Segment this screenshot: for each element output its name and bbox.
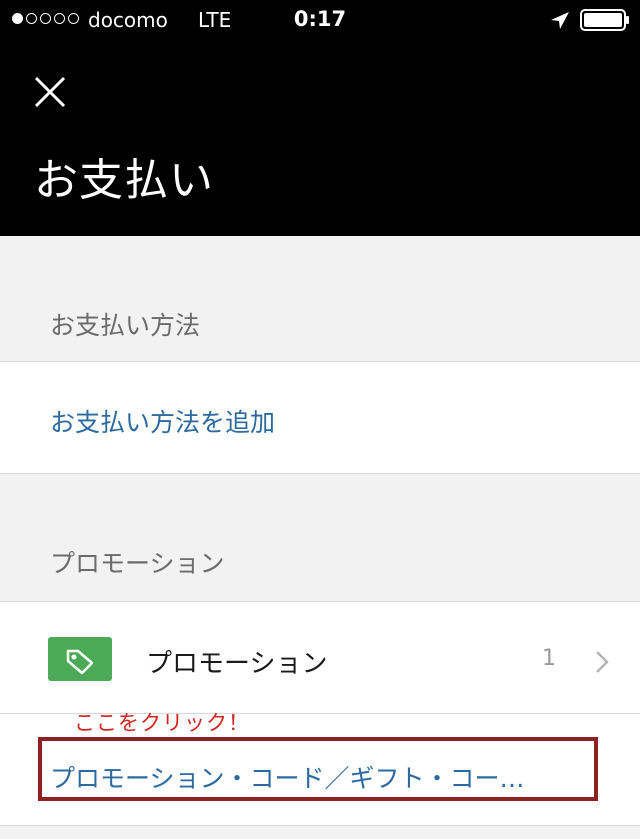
header: お支払い: [0, 40, 640, 236]
promotion-section-header: プロモーション: [0, 473, 640, 601]
close-icon[interactable]: [28, 70, 72, 114]
chevron-right-icon: [596, 651, 609, 673]
bottom-divider: [0, 825, 640, 826]
promotion-count: 1: [542, 646, 556, 671]
promotion-label: プロモーション: [146, 649, 328, 679]
promotion-section-label: プロモーション: [50, 549, 225, 578]
page-title: お支払い: [34, 155, 214, 206]
battery-icon: [580, 9, 629, 31]
payment-section-header: お支払い方法: [0, 236, 640, 361]
location-arrow-icon: [551, 12, 569, 29]
status-bar: docomo LTE 0:17: [0, 0, 640, 40]
status-time: 0:17: [293, 7, 347, 31]
promotion-row[interactable]: プロモーション 1: [0, 601, 640, 713]
annotation-highlight-box: [38, 737, 598, 801]
tag-icon: [48, 637, 112, 681]
payment-section-label: お支払い方法: [50, 311, 201, 340]
click-here-annotation: ここをクリック！: [74, 711, 250, 735]
add-payment-row[interactable]: お支払い方法を追加: [0, 361, 640, 473]
add-payment-method-link[interactable]: お支払い方法を追加: [50, 403, 275, 439]
